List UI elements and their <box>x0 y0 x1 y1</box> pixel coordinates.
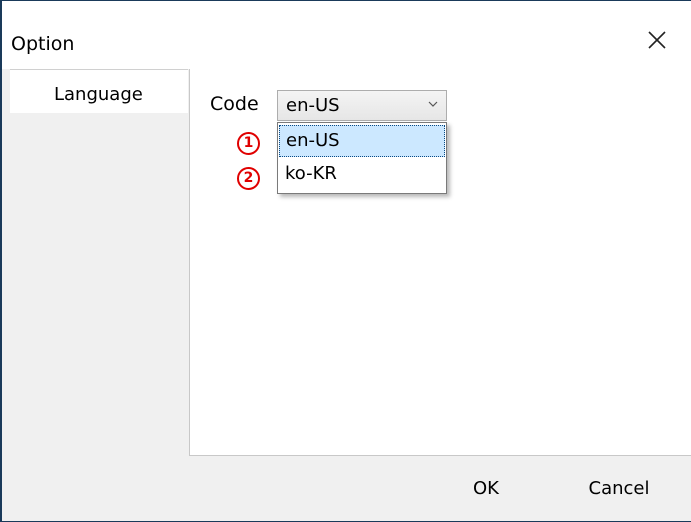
chevron-down-icon <box>428 101 438 107</box>
code-combobox-value: en-US <box>286 95 340 116</box>
annotation-marker-2: 2 <box>237 167 260 190</box>
code-dropdown-list: en-US ko-KR <box>277 122 447 194</box>
ok-button[interactable]: OK <box>450 472 522 506</box>
dropdown-option-ko-kr[interactable]: ko-KR <box>279 159 445 191</box>
tab-language[interactable]: Language <box>10 69 188 113</box>
option-dialog: Option Language Code en-US en-US ko-KR 1… <box>0 0 691 522</box>
language-panel: Code en-US en-US ko-KR 1 2 <box>189 69 691 456</box>
dialog-footer: OK Cancel <box>2 456 691 521</box>
sidebar: Language <box>2 69 189 456</box>
annotation-marker-1: 1 <box>237 132 260 155</box>
tab-language-label: Language <box>54 84 143 105</box>
cancel-button[interactable]: Cancel <box>574 472 664 506</box>
dropdown-option-en-us[interactable]: en-US <box>279 125 445 157</box>
close-icon <box>648 31 666 49</box>
close-button[interactable] <box>626 15 686 65</box>
dialog-title: Option <box>11 33 75 55</box>
title-bar: Option <box>2 1 691 69</box>
code-label: Code <box>210 93 259 115</box>
dropdown-option-label: ko-KR <box>285 163 337 184</box>
dropdown-option-label: en-US <box>286 130 340 151</box>
code-combobox[interactable]: en-US <box>277 90 447 121</box>
